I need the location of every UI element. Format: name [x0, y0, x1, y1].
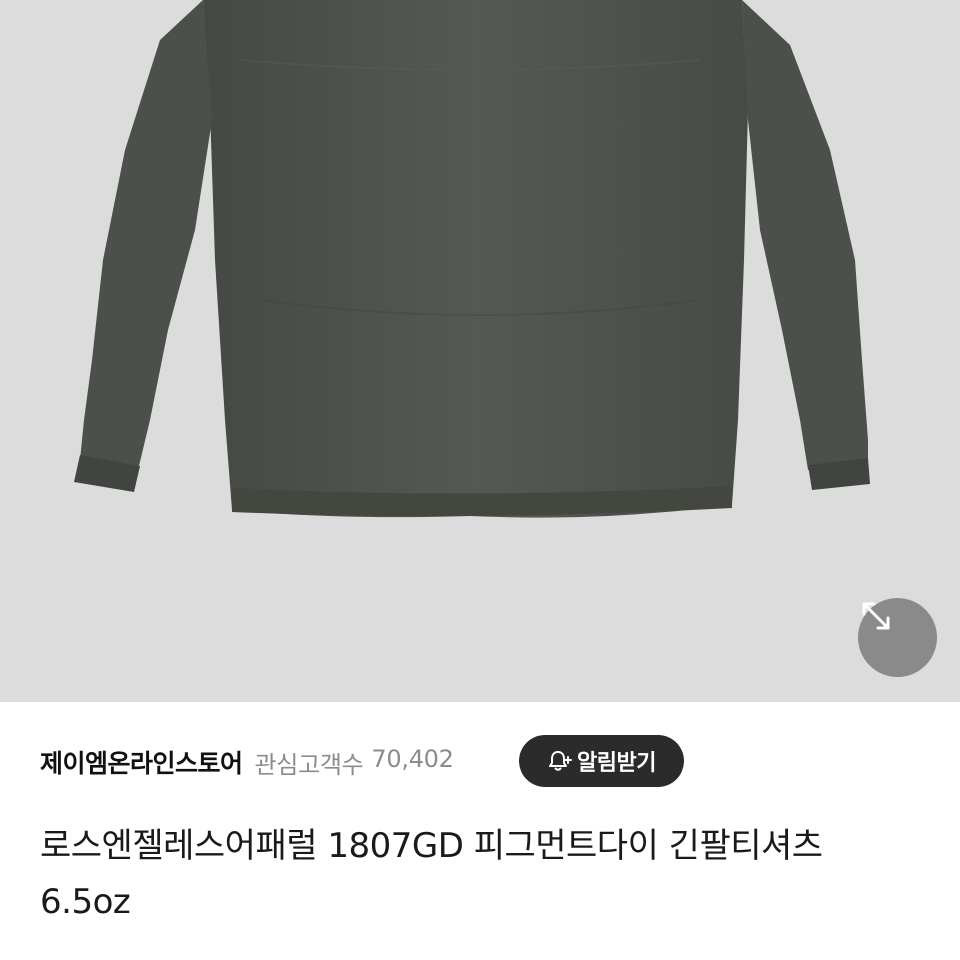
product-image[interactable]	[0, 0, 960, 702]
notify-button-label: 알림받기	[577, 751, 656, 776]
bell-plus-icon	[549, 751, 573, 771]
tshirt-image	[74, 0, 870, 518]
followers-label: 관심고객수	[254, 750, 364, 779]
notify-button[interactable]: 알림받기	[519, 735, 684, 787]
product-title: 로스엔젤레스어패럴 1807GD 피그먼트다이 긴팔티셔츠 6.5oz	[40, 826, 823, 922]
followers-count: 관심고객수 70,402	[255, 745, 454, 780]
store-name-link[interactable]: 제이엠온라인스토어	[40, 744, 243, 780]
store-info-row: 제이엠온라인스토어 관심고객수 70,402 알림받기	[40, 735, 920, 789]
expand-image-button[interactable]	[858, 598, 937, 677]
expand-arrows-icon	[862, 602, 890, 630]
followers-value: 70,402	[371, 744, 454, 773]
